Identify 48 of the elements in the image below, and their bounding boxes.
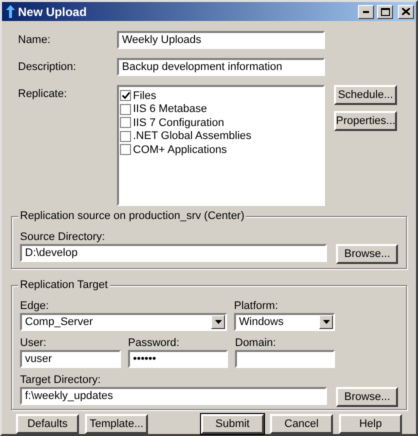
minimize-button[interactable] — [358, 4, 374, 18]
up-arrow-icon — [6, 5, 15, 18]
checkbox-label: .NET Global Assemblies — [133, 130, 252, 142]
close-icon — [402, 8, 410, 15]
window-title: New Upload — [18, 4, 88, 18]
maximize-icon — [380, 8, 390, 16]
field-label: User: — [20, 336, 48, 350]
dialog-button[interactable]: Submit — [201, 414, 264, 434]
checkbox-label: IIS 7 Configuration — [133, 116, 224, 129]
side-button[interactable]: Schedule... — [334, 85, 397, 105]
browse-button[interactable]: Browse... — [336, 387, 398, 407]
dialog-button[interactable]: Cancel — [270, 414, 333, 434]
field-label: Description: — [17, 60, 78, 73]
dialog-button[interactable]: Template... — [85, 414, 148, 434]
field-label: Edge: — [20, 299, 50, 313]
checkbox[interactable] — [120, 104, 131, 115]
field-label: Source Directory: — [20, 230, 106, 244]
dialog-button[interactable]: Help — [339, 414, 402, 434]
description-field[interactable]: Backup development information — [117, 58, 325, 76]
checkbox[interactable] — [120, 90, 131, 102]
field-label: Target Directory: — [20, 373, 102, 387]
user-field[interactable]: vuser — [20, 350, 121, 368]
checkbox[interactable] — [120, 130, 131, 142]
field-label: Name: — [17, 33, 52, 46]
field-label: Replicate: — [17, 87, 68, 100]
checkbox-label: COM+ Applications — [133, 144, 227, 156]
minimize-icon — [363, 10, 369, 12]
dropdown[interactable]: Comp_Server — [20, 313, 227, 331]
close-button[interactable] — [398, 4, 414, 18]
side-button[interactable]: Properties... — [334, 111, 397, 131]
checkbox-label: Files — [133, 90, 156, 102]
group-title: Replication Target — [18, 279, 110, 291]
password-field[interactable]: •••••• — [128, 350, 228, 368]
browse-button[interactable]: Browse... — [336, 244, 398, 264]
source-directory-field[interactable]: D:\develop — [20, 244, 328, 262]
checkbox[interactable] — [120, 144, 131, 156]
dialog-button[interactable]: Defaults — [16, 414, 79, 434]
checkbox[interactable] — [120, 117, 131, 128]
field-label: Domain: — [235, 336, 277, 350]
name-field[interactable]: Weekly Uploads — [117, 31, 325, 49]
domain-field[interactable] — [235, 350, 335, 368]
field-label: Platform: — [234, 299, 280, 313]
group-title: Replication source on production_srv (Center) — [18, 210, 246, 222]
field-label: Password: — [128, 336, 180, 350]
checkbox-label: IIS 6 Metabase — [133, 103, 207, 116]
target-directory-field[interactable]: f:\weekly_updates — [20, 387, 328, 405]
maximize-button[interactable] — [377, 4, 393, 18]
dropdown[interactable]: Windows — [234, 313, 335, 331]
